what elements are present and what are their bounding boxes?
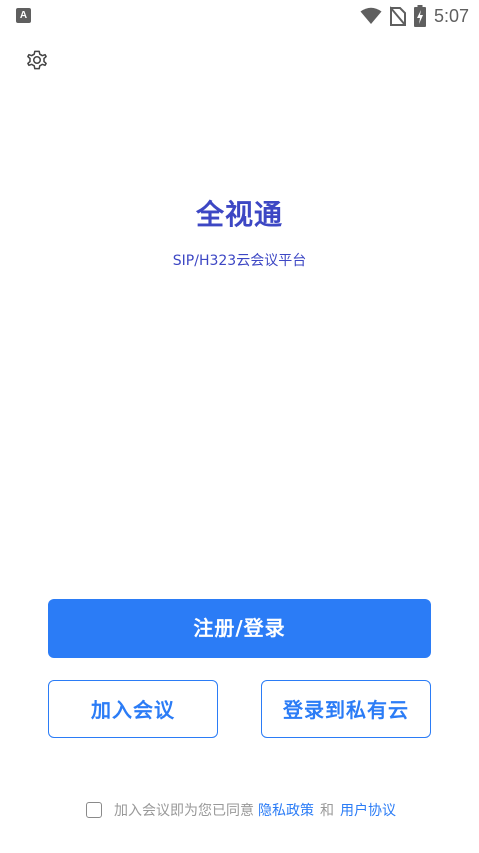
no-sim-icon [389, 6, 406, 26]
agreement-checkbox[interactable] [86, 802, 102, 818]
agreement-and-text: 和 [320, 803, 334, 819]
gear-icon [27, 50, 47, 70]
login-private-cloud-button[interactable]: 登录到私有云 [261, 680, 431, 738]
agreement-text: 加入会议即为您已同意 [114, 803, 254, 819]
wifi-icon [360, 7, 382, 24]
privacy-policy-link[interactable]: 隐私政策 [258, 800, 314, 820]
user-agreement-link[interactable]: 用户协议 [340, 800, 396, 820]
battery-charging-icon [413, 5, 426, 27]
agreement-row: 加入会议即为您已同意 隐私政策 和 用户协议 [86, 799, 396, 821]
join-meeting-button[interactable]: 加入会议 [48, 680, 218, 738]
app-notification-icon: A [16, 8, 31, 23]
status-icons: 5:07 [360, 4, 469, 28]
status-time: 5:07 [433, 5, 469, 26]
app-title: 全视通 [195, 198, 283, 231]
register-login-button[interactable]: 注册/登录 [48, 599, 431, 658]
settings-button[interactable] [24, 47, 50, 73]
status-bar: A 5:07 [0, 0, 479, 32]
app-subtitle: SIP/H323云会议平台 [172, 253, 307, 269]
